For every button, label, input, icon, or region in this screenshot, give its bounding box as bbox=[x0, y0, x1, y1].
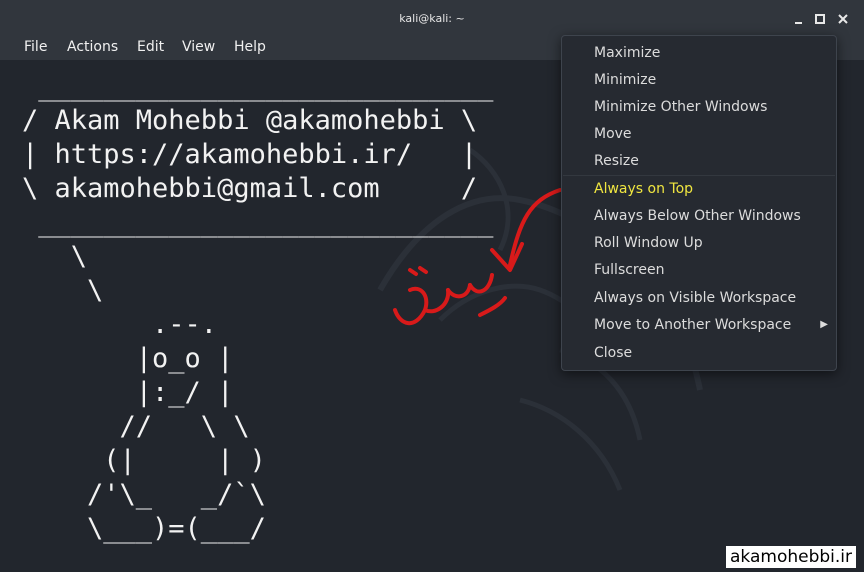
menu-item-always-on-top[interactable]: Always on Top bbox=[594, 178, 693, 200]
menu-help[interactable]: Help bbox=[234, 39, 266, 55]
menu-item-always-below-other-windows[interactable]: Always Below Other Windows bbox=[594, 205, 801, 227]
menu-item-minimize-other-windows[interactable]: Minimize Other Windows bbox=[594, 96, 767, 118]
menu-item-fullscreen[interactable]: Fullscreen bbox=[594, 259, 664, 281]
menu-item-close[interactable]: Close bbox=[594, 342, 632, 364]
menu-item-minimize[interactable]: Minimize bbox=[594, 69, 656, 91]
menu-view[interactable]: View bbox=[182, 39, 215, 55]
menu-item-maximize[interactable]: Maximize bbox=[594, 42, 660, 64]
menu-item-move-to-another-workspace[interactable]: Move to Another Workspace bbox=[594, 314, 791, 336]
red-hand-drawn-annotation bbox=[393, 188, 562, 326]
window-title: kali@kali: ~ bbox=[399, 12, 465, 25]
menu-file[interactable]: File bbox=[24, 39, 47, 55]
minimize-icon[interactable] bbox=[792, 12, 806, 26]
window-context-menu: Maximize Minimize Minimize Other Windows… bbox=[561, 35, 837, 371]
menu-item-always-on-visible-workspace[interactable]: Always on Visible Workspace bbox=[594, 287, 796, 309]
menu-item-roll-window-up[interactable]: Roll Window Up bbox=[594, 232, 703, 254]
watermark-text: akamohebbi.ir bbox=[726, 546, 856, 568]
menu-item-move[interactable]: Move bbox=[594, 123, 632, 145]
title-bar[interactable]: kali@kali: ~ bbox=[0, 0, 864, 38]
maximize-icon[interactable] bbox=[813, 12, 827, 26]
menu-separator bbox=[563, 175, 835, 176]
menu-actions[interactable]: Actions bbox=[67, 39, 118, 55]
menu-item-resize[interactable]: Resize bbox=[594, 150, 639, 172]
close-icon[interactable] bbox=[836, 12, 850, 26]
terminal-window: kali@kali: ~ File Actions Edit View Help… bbox=[0, 0, 864, 572]
menu-edit[interactable]: Edit bbox=[137, 39, 164, 55]
chevron-right-icon: ▶ bbox=[820, 319, 828, 330]
